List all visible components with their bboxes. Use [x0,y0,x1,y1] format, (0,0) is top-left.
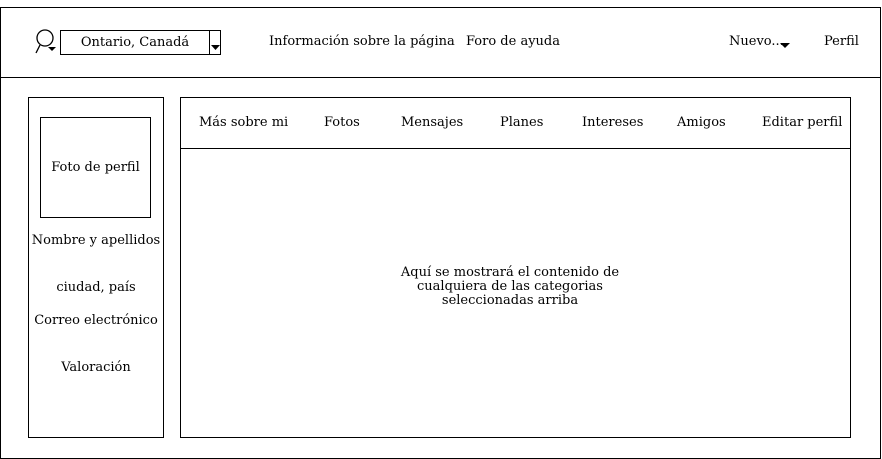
tab-messages[interactable]: Mensajes [401,114,463,132]
location-value: Ontario, Canadá [80,35,190,50]
profile-tabs: Más sobre mi Fotos Mensajes Planes Inter… [181,98,850,149]
city-country: ciudad, país [56,280,136,295]
tab-photos[interactable]: Fotos [324,114,360,132]
profile-photo-label: Foto de perfil [51,160,140,175]
tab-edit-profile[interactable]: Editar perfil [762,114,842,132]
tab-plans[interactable]: Planes [500,114,543,132]
profile-content-panel: Más sobre mi Fotos Mensajes Planes Inter… [180,97,851,438]
tab-about-me[interactable]: Más sobre mi [199,114,288,132]
nav-new-dropdown[interactable]: Nuevo... [729,33,784,51]
location-select[interactable]: Ontario, Canadá [60,30,221,55]
chevron-down-icon [211,45,220,50]
nav-info-link[interactable]: Información sobre la página [269,33,455,51]
profile-sidebar: Foto de perfil Nombre y apellidos ciudad… [28,97,164,438]
email: Correo electrónico [34,313,158,328]
tab-interests[interactable]: Intereses [582,114,643,132]
tab-friends[interactable]: Amigos [677,114,726,132]
chevron-down-icon[interactable] [780,43,790,49]
nav-help-forum-link[interactable]: Foro de ayuda [466,33,560,51]
content-placeholder: Aquí se mostrará el contenido de cualqui… [400,265,620,308]
full-name: Nombre y apellidos [31,233,161,248]
location-dropdown-button[interactable] [209,31,220,54]
search-icon[interactable] [35,28,59,56]
nav-profile-link[interactable]: Perfil [824,33,859,51]
profile-photo[interactable]: Foto de perfil [40,117,151,218]
rating: Valoración [61,360,131,375]
